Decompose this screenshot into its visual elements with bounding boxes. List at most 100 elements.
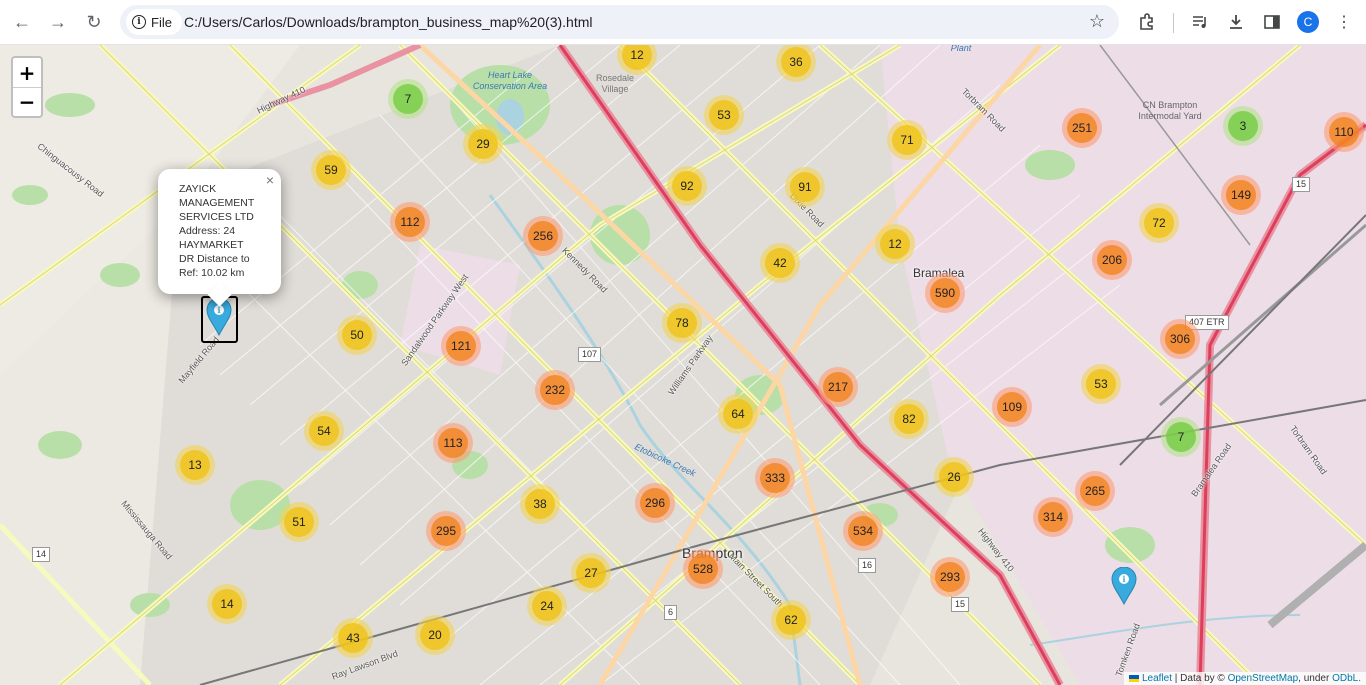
marker-cluster[interactable]: 306: [1160, 319, 1200, 359]
marker-cluster[interactable]: 314: [1033, 497, 1073, 537]
marker-cluster[interactable]: 217: [818, 367, 858, 407]
cluster-count: 26: [939, 462, 969, 492]
marker-cluster[interactable]: 265: [1075, 471, 1115, 511]
cluster-count: 113: [438, 428, 468, 458]
zoom-out-button[interactable]: −: [13, 87, 41, 116]
marker-cluster[interactable]: 256: [523, 216, 563, 256]
cluster-count: 64: [723, 399, 753, 429]
marker-cluster[interactable]: 7: [1161, 417, 1201, 457]
bookmark-star-icon[interactable]: ☆: [1089, 11, 1105, 32]
marker-cluster[interactable]: 53: [1081, 364, 1121, 404]
marker-cluster[interactable]: 3: [1223, 106, 1263, 146]
marker-cluster[interactable]: 71: [887, 120, 927, 160]
marker-cluster[interactable]: 113: [433, 423, 473, 463]
shield-14: 14: [32, 547, 51, 562]
marker-cluster[interactable]: 14: [207, 584, 247, 624]
marker-cluster[interactable]: 24: [527, 586, 567, 626]
back-arrow-icon[interactable]: ←: [10, 10, 34, 34]
marker-cluster[interactable]: 7: [388, 79, 428, 119]
marker-cluster[interactable]: 206: [1092, 240, 1132, 280]
zoom-in-button[interactable]: +: [13, 58, 41, 87]
marker-cluster[interactable]: 293: [930, 557, 970, 597]
cluster-count: 53: [1086, 369, 1116, 399]
marker-cluster[interactable]: 110: [1324, 112, 1364, 152]
ukraine-flag-icon: [1129, 674, 1140, 682]
site-chip-label: File: [151, 14, 172, 30]
toolbar-separator: [1173, 13, 1174, 33]
marker-cluster[interactable]: 91: [785, 167, 825, 207]
marker-cluster[interactable]: 26: [934, 457, 974, 497]
shield-16: 16: [858, 558, 877, 573]
odbl-link[interactable]: ODbL.: [1332, 673, 1361, 684]
marker-cluster[interactable]: 295: [426, 511, 466, 551]
info-icon: i: [132, 15, 146, 29]
cluster-count: 13: [180, 450, 210, 480]
cluster-count: 110: [1329, 117, 1359, 147]
map-view[interactable]: Brampton Bramalea Heart Lake Conservatio…: [0, 45, 1366, 685]
marker-cluster[interactable]: 13: [175, 445, 215, 485]
marker-cluster[interactable]: 29: [463, 124, 503, 164]
marker-cluster[interactable]: 534: [843, 511, 883, 551]
marker-cluster[interactable]: 72: [1139, 203, 1179, 243]
profile-avatar[interactable]: C: [1297, 11, 1319, 33]
marker-cluster[interactable]: 42: [760, 243, 800, 283]
marker-cluster[interactable]: 12: [875, 224, 915, 264]
cluster-count: 62: [776, 605, 806, 635]
marker-cluster[interactable]: 112: [390, 202, 430, 242]
marker-cluster[interactable]: 20: [415, 615, 455, 655]
marker-cluster[interactable]: 62: [771, 600, 811, 640]
cluster-count: 38: [525, 489, 555, 519]
marker-cluster[interactable]: 232: [535, 370, 575, 410]
media-controls-icon[interactable]: [1188, 10, 1212, 34]
popup-content: ZAYICK MANAGEMENT SERVICES LTD Address: …: [179, 182, 263, 280]
marker-cluster[interactable]: 27: [571, 553, 611, 593]
marker-cluster[interactable]: 296: [635, 483, 675, 523]
marker-cluster[interactable]: 43: [333, 618, 373, 658]
reload-icon[interactable]: ↻: [82, 10, 106, 34]
marker-cluster[interactable]: 528: [683, 549, 723, 589]
marker-cluster[interactable]: 121: [441, 326, 481, 366]
marker-cluster[interactable]: 149: [1221, 175, 1261, 215]
cluster-count: 528: [688, 554, 718, 584]
marker-cluster[interactable]: 54: [304, 411, 344, 451]
popup-close-icon[interactable]: ×: [266, 173, 274, 187]
marker-cluster[interactable]: 109: [992, 387, 1032, 427]
marker-cluster[interactable]: 92: [667, 166, 707, 206]
forward-arrow-icon[interactable]: →: [46, 10, 70, 34]
cluster-count: 91: [790, 172, 820, 202]
label-plant: Plant: [950, 45, 972, 53]
cluster-count: 82: [894, 404, 924, 434]
cluster-count: 206: [1097, 245, 1127, 275]
cluster-count: 149: [1226, 180, 1256, 210]
menu-kebab-icon[interactable]: ⋮: [1332, 10, 1356, 34]
extensions-icon[interactable]: [1135, 10, 1159, 34]
cluster-count: 534: [848, 516, 878, 546]
side-panel-icon[interactable]: [1260, 10, 1284, 34]
site-info-chip[interactable]: i File: [126, 9, 182, 35]
marker-cluster[interactable]: 82: [889, 399, 929, 439]
osm-link[interactable]: OpenStreetMap: [1228, 673, 1299, 684]
marker-cluster[interactable]: 590: [925, 273, 965, 313]
marker-cluster[interactable]: 50: [337, 315, 377, 355]
popup-line: SERVICES LTD: [179, 211, 254, 223]
marker-cluster[interactable]: 51: [279, 502, 319, 542]
marker-popup: × ZAYICK MANAGEMENT SERVICES LTD Address…: [158, 169, 281, 307]
marker-cluster[interactable]: 64: [718, 394, 758, 434]
cluster-count: 53: [709, 100, 739, 130]
marker-cluster[interactable]: 53: [704, 95, 744, 135]
marker-cluster[interactable]: 38: [520, 484, 560, 524]
marker-cluster[interactable]: 78: [662, 303, 702, 343]
address-bar[interactable]: i File C:/Users/Carlos/Downloads/brampto…: [120, 5, 1119, 39]
download-icon[interactable]: [1224, 10, 1248, 34]
cluster-count: 36: [781, 47, 811, 77]
marker-cluster[interactable]: 251: [1062, 108, 1102, 148]
map-marker[interactable]: i: [1111, 566, 1137, 606]
marker-cluster[interactable]: 59: [311, 150, 351, 190]
marker-cluster[interactable]: 333: [755, 458, 795, 498]
svg-text:i: i: [1122, 574, 1125, 584]
cluster-count: 3: [1228, 111, 1258, 141]
leaflet-link[interactable]: Leaflet: [1142, 673, 1172, 684]
url-text[interactable]: C:/Users/Carlos/Downloads/brampton_busin…: [184, 14, 593, 30]
cluster-count: 12: [880, 229, 910, 259]
cluster-count: 50: [342, 320, 372, 350]
